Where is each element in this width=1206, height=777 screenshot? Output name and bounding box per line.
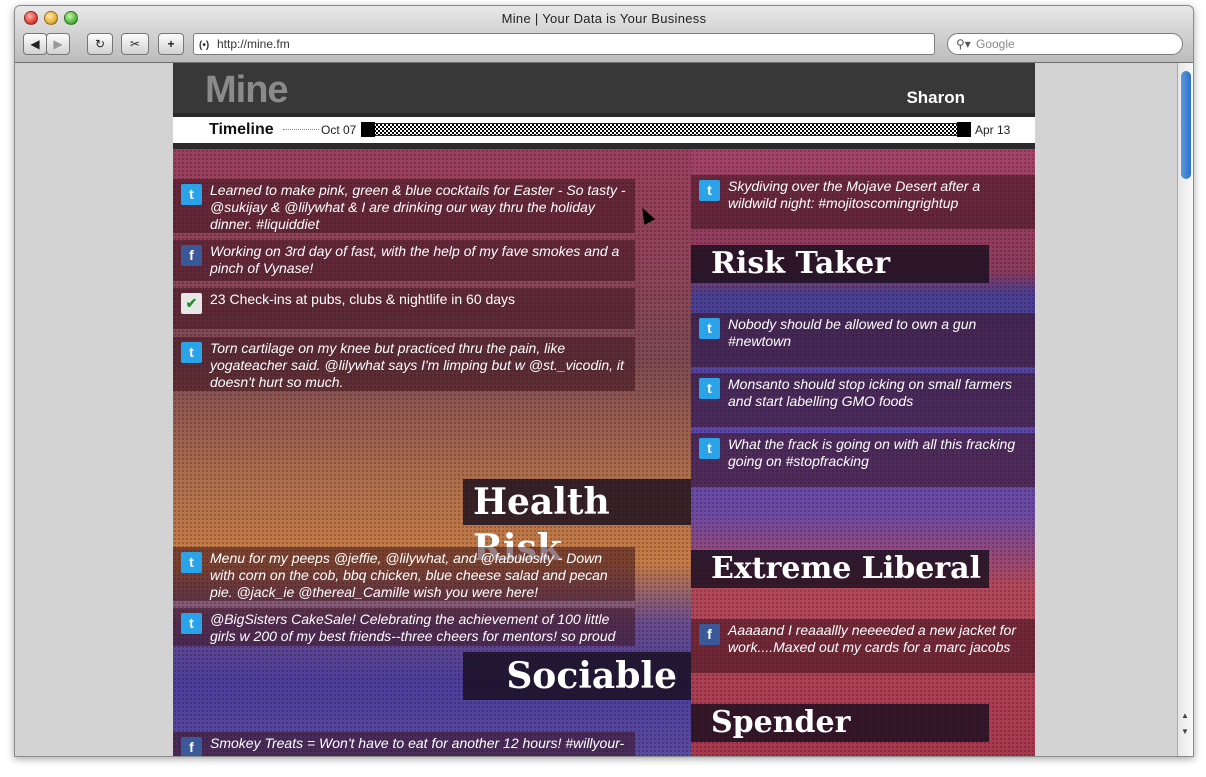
twitter-icon: t [181, 613, 202, 634]
timeline-end-handle[interactable] [957, 122, 971, 137]
twitter-icon: t [181, 184, 202, 205]
profile-tag-health-risk[interactable]: Health Risk [463, 479, 691, 569]
timeline-start-date: Oct 07 [321, 123, 357, 137]
post-text: 23 Check-ins at pubs, clubs & nightlife … [210, 291, 516, 307]
profile-tag-extreme-liberal[interactable]: Extreme Liberal [691, 550, 989, 588]
post-text: Skydiving over the Mojave Desert after a… [728, 178, 981, 211]
post-text: Working on 3rd day of fast, with the hel… [210, 243, 620, 276]
scroll-down-arrow[interactable]: ▼ [1181, 727, 1189, 736]
checkin-icon: ✔ [181, 293, 202, 314]
twitter-icon: t [699, 180, 720, 201]
facebook-icon: f [699, 624, 720, 645]
timeline-label: Timeline [209, 121, 274, 138]
twitter-icon: t [181, 552, 202, 573]
timeline-bar: Timeline Oct 07 Apr 13 [173, 117, 1035, 143]
snippet-button[interactable]: ✂ [121, 33, 149, 55]
scroll-up-arrow[interactable]: ▲ [1181, 711, 1189, 720]
timeline-slider-track[interactable] [361, 123, 971, 136]
left-profile-column: t Learned to make pink, green & blue coc… [173, 149, 691, 756]
address-text: http://mine.fm [217, 37, 290, 51]
plus-icon: + [167, 37, 175, 51]
post-item[interactable]: t Monsanto should stop icking on small f… [691, 373, 1035, 427]
back-button[interactable]: ◀ [23, 33, 47, 55]
profile-tag-risk-taker[interactable]: Risk Taker [691, 245, 989, 283]
post-item[interactable]: ✔ 23 Check-ins at pubs, clubs & nightlif… [173, 288, 635, 329]
post-item[interactable]: f Aaaaand I reaaallly neeeeded a new jac… [691, 619, 1035, 673]
mine-site: Mine Sharon Timeline Oct 07 Apr 13 t Lea… [173, 63, 1035, 756]
search-placeholder: Google [976, 37, 1015, 51]
timeline-end-date: Apr 13 [975, 123, 1011, 137]
post-text: Aaaaand I reaaallly neeeeded a new jacke… [728, 622, 1016, 655]
post-item[interactable]: f Working on 3rd day of fast, with the h… [173, 240, 635, 281]
scrollbar-thumb[interactable] [1181, 71, 1191, 179]
timeline-start-handle[interactable] [361, 122, 375, 137]
post-item[interactable]: t Menu for my peeps @jeffie, @lilywhat, … [173, 547, 635, 601]
search-icon: ⚲▾ [956, 37, 971, 51]
post-item[interactable]: t Skydiving over the Mojave Desert after… [691, 175, 1035, 229]
vertical-scrollbar[interactable]: ▲ ▼ [1177, 63, 1193, 756]
post-text: Learned to make pink, green & blue cockt… [210, 182, 626, 232]
scissors-icon: ✂ [129, 37, 141, 51]
post-text: Monsanto should stop icking on small far… [728, 376, 1013, 409]
twitter-icon: t [181, 342, 202, 363]
browser-window: Mine | Your Data is Your Business ◀ ▶ ↻ … [14, 5, 1194, 757]
reload-icon: ↻ [94, 37, 106, 51]
search-field[interactable]: ⚲▾ Google [947, 33, 1183, 55]
site-header: Mine Sharon [173, 63, 1035, 113]
post-text: @BigSisters CakeSale! Celebrating the ac… [210, 611, 616, 644]
twitter-icon: t [699, 318, 720, 339]
window-title: Mine | Your Data is Your Business [501, 11, 707, 26]
post-text: What the frack is going on with all this… [728, 436, 1016, 469]
facebook-icon: f [181, 245, 202, 266]
post-item[interactable]: t What the frack is going on with all th… [691, 433, 1035, 487]
reload-button[interactable]: ↻ [87, 33, 113, 55]
add-bookmark-button[interactable]: + [158, 33, 184, 55]
post-text: Nobody should be allowed to own a gun #n… [728, 316, 977, 349]
site-logo[interactable]: Mine [205, 69, 289, 112]
facebook-icon: f [181, 737, 202, 756]
page-viewport: Mine Sharon Timeline Oct 07 Apr 13 t Lea… [15, 63, 1177, 756]
profile-tag-spender[interactable]: Spender [691, 704, 989, 742]
rss-icon: (•) [199, 40, 210, 51]
twitter-icon: t [699, 438, 720, 459]
post-text: Smokey Treats = Won't have to eat for an… [210, 735, 625, 751]
forward-button[interactable]: ▶ [46, 33, 70, 55]
profile-tag-sociable[interactable]: Sociable [463, 652, 691, 700]
post-text: Menu for my peeps @jeffie, @lilywhat, an… [210, 550, 608, 600]
post-item[interactable]: t Torn cartilage on my knee but practice… [173, 337, 635, 391]
post-item[interactable]: f Smokey Treats = Won't have to eat for … [173, 732, 635, 756]
forward-icon: ▶ [53, 37, 63, 51]
right-profile-column: t Skydiving over the Mojave Desert after… [691, 149, 1035, 756]
user-name[interactable]: Sharon [906, 88, 965, 108]
post-item[interactable]: t Learned to make pink, green & blue coc… [173, 179, 635, 233]
post-item[interactable]: t @BigSisters CakeSale! Celebrating the … [173, 608, 635, 646]
address-bar[interactable]: (•) http://mine.fm [193, 33, 935, 55]
post-item[interactable]: t Nobody should be allowed to own a gun … [691, 313, 1035, 367]
timeline-divider [283, 129, 319, 130]
back-icon: ◀ [30, 37, 40, 51]
twitter-icon: t [699, 378, 720, 399]
title-bar: Mine | Your Data is Your Business ◀ ▶ ↻ … [15, 6, 1193, 63]
post-text: Torn cartilage on my knee but practiced … [210, 340, 624, 390]
